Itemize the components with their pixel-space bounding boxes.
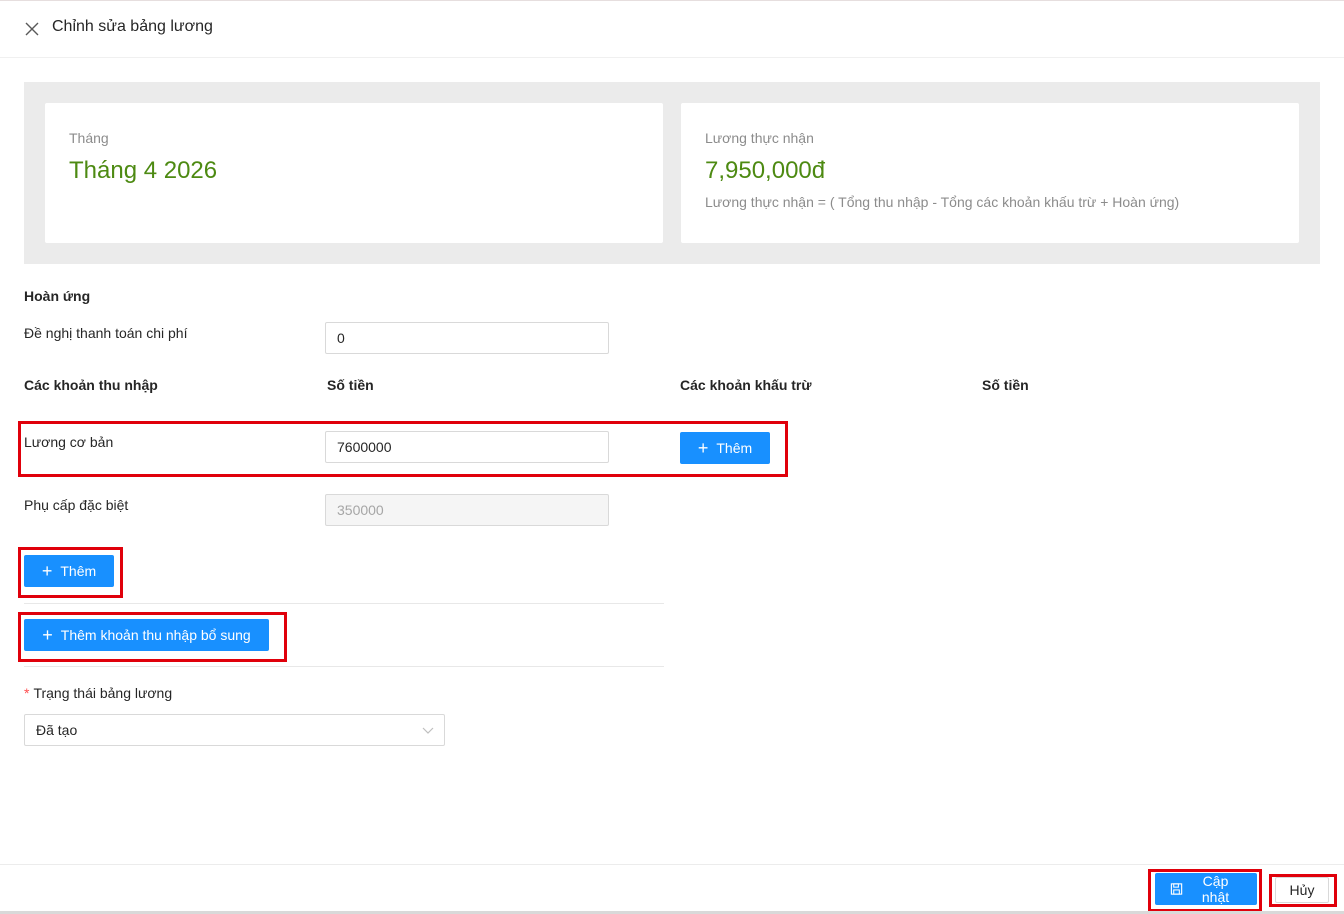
- deduction-column-header: Các khoản khấu trừ: [680, 377, 812, 393]
- income-item-label: Lương cơ bản: [24, 434, 114, 450]
- payroll-status-select[interactable]: Đã tạo: [24, 714, 445, 746]
- footer-divider: [0, 864, 1344, 865]
- net-salary-value: 7,950,000đ: [705, 157, 826, 184]
- close-icon[interactable]: [22, 19, 42, 39]
- section-divider: [24, 666, 664, 667]
- basic-salary-input[interactable]: [325, 431, 609, 463]
- month-value: Tháng 4 2026: [69, 157, 218, 184]
- net-salary-card: Lương thực nhận 7,950,000đ Lương thực nh…: [681, 103, 1299, 243]
- deduction-amount-header: Số tiền: [982, 377, 1029, 393]
- payroll-status-label-text: Trạng thái bảng lương: [33, 685, 173, 701]
- update-label: Cập nhật: [1201, 873, 1230, 905]
- month-label: Tháng: [69, 130, 109, 146]
- net-salary-formula: Lương thực nhận = ( Tổng thu nhập - Tổng…: [705, 194, 1180, 210]
- drawer-title: Chỉnh sửa bảng lương: [52, 18, 213, 35]
- update-button[interactable]: Cập nhật: [1155, 873, 1257, 905]
- add-deduction-label: Thêm: [716, 440, 753, 456]
- expense-request-input[interactable]: [325, 322, 609, 354]
- add-income-label: Thêm: [60, 563, 97, 579]
- chevron-down-icon: [422, 727, 434, 734]
- income-column-header: Các khoản thu nhập: [24, 377, 158, 393]
- expense-request-label: Đề nghị thanh toán chi phí: [24, 325, 188, 341]
- section-divider: [24, 603, 664, 604]
- special-allowance-input: [325, 494, 609, 526]
- add-income-button[interactable]: + Thêm: [24, 555, 114, 587]
- plus-icon: +: [42, 625, 53, 645]
- net-salary-label: Lương thực nhận: [705, 130, 814, 146]
- save-icon: [1170, 883, 1183, 895]
- required-mark: *: [24, 685, 30, 701]
- cancel-button[interactable]: Hủy: [1275, 877, 1329, 903]
- payroll-status-value: Đã tạo: [36, 722, 78, 738]
- plus-icon: +: [697, 438, 709, 458]
- plus-icon: +: [41, 561, 53, 581]
- income-amount-header: Số tiền: [327, 377, 374, 393]
- month-card: Tháng Tháng 4 2026: [45, 103, 663, 243]
- payroll-status-label: * Trạng thái bảng lương: [24, 685, 172, 701]
- add-extra-income-label: Thêm khoản thu nhập bổ sung: [60, 627, 251, 643]
- income-item-label: Phụ cấp đặc biệt: [24, 497, 129, 513]
- add-deduction-button[interactable]: + Thêm: [680, 432, 770, 464]
- reimbursement-title: Hoàn ứng: [24, 288, 91, 304]
- add-extra-income-button[interactable]: + Thêm khoản thu nhập bổ sung: [24, 619, 269, 651]
